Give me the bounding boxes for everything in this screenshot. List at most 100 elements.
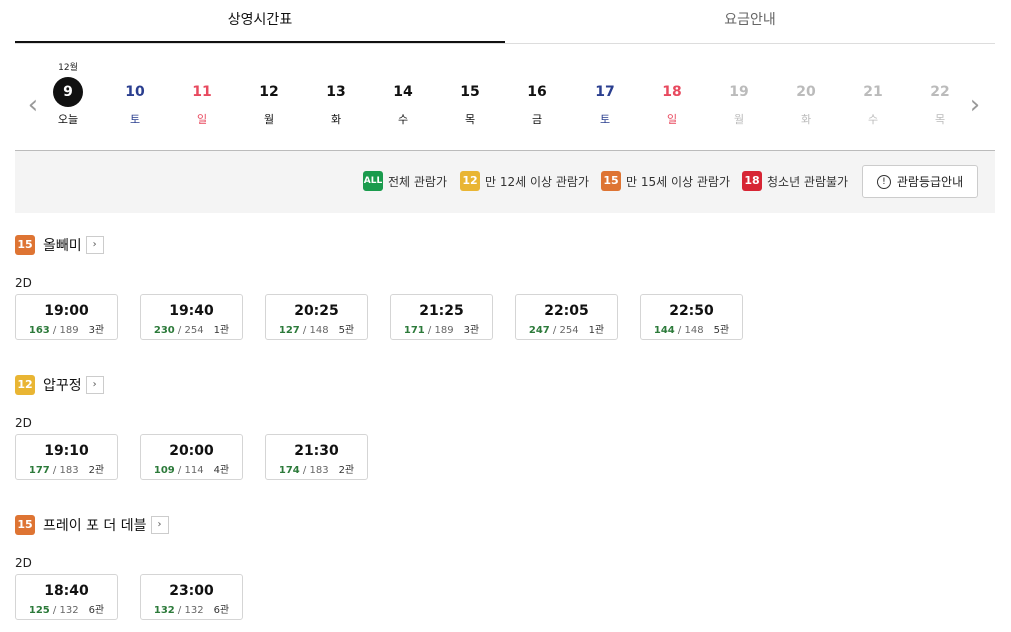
- hall-label: 5관: [713, 325, 730, 336]
- tab-bar: 상영시간표 요금안내: [15, 0, 995, 44]
- showtime-button[interactable]: 20:25 127 / 148 5관: [265, 294, 368, 340]
- seats-total: 114: [184, 465, 204, 476]
- month-label: [450, 62, 490, 74]
- month-label: [115, 62, 155, 74]
- weekday-label: 수: [397, 113, 409, 126]
- date-item[interactable]: 12월 9 오늘: [48, 62, 88, 127]
- rating-badge-icon: 15: [15, 515, 35, 535]
- showtime-button[interactable]: 21:30 174 / 183 2관: [265, 434, 368, 480]
- weekday-label: 월: [263, 113, 275, 126]
- seats-available: 177: [28, 465, 50, 476]
- date-item[interactable]: 15 목: [450, 62, 490, 127]
- date-number: 15: [460, 84, 480, 100]
- rating-badge-icon: 15: [601, 171, 621, 191]
- month-label: [517, 62, 557, 74]
- movie-title-row: 15 올빼미 ›: [15, 234, 995, 256]
- month-label: [249, 62, 289, 74]
- date-item[interactable]: 17 토: [585, 62, 625, 127]
- month-label: [652, 62, 692, 74]
- movie-title[interactable]: 압꾸정: [43, 375, 82, 395]
- weekday-label: 토: [129, 113, 141, 126]
- hall-label: 2관: [338, 465, 355, 476]
- date-item[interactable]: 20 화: [786, 62, 826, 127]
- movie-title[interactable]: 프레이 포 더 데블: [43, 515, 147, 535]
- showtime-button[interactable]: 18:40 125 / 132 6관: [15, 574, 118, 620]
- seats-total: 132: [184, 605, 204, 616]
- seat-separator: /: [424, 325, 435, 336]
- legend-item: 15 만 15세 이상 관람가: [601, 171, 730, 191]
- chevron-right-icon[interactable]: ›: [965, 90, 985, 120]
- chevron-right-icon[interactable]: ›: [150, 516, 169, 534]
- showtime-button[interactable]: 22:05 247 / 254 1관: [515, 294, 618, 340]
- showtime-button[interactable]: 19:40 230 / 254 1관: [140, 294, 243, 340]
- showtime-button[interactable]: 21:25 171 / 189 3관: [390, 294, 493, 340]
- date-number: 9: [53, 77, 83, 107]
- date-item[interactable]: 13 화: [316, 62, 356, 127]
- showtime-time: 19:00: [44, 303, 89, 319]
- showtime-button[interactable]: 22:50 144 / 148 5관: [640, 294, 743, 340]
- date-number: 22: [930, 84, 950, 100]
- date-item[interactable]: 10 토: [115, 62, 155, 127]
- info-icon: !: [876, 174, 891, 189]
- movie-format: 2D: [15, 276, 32, 290]
- chevron-right-icon[interactable]: ›: [85, 236, 104, 254]
- seats-total: 148: [309, 325, 329, 336]
- date-item[interactable]: 22 목: [920, 62, 960, 127]
- seats-available: 230: [153, 325, 175, 336]
- date-item[interactable]: 14 수: [383, 62, 423, 127]
- tab-showtimes[interactable]: 상영시간표: [15, 0, 505, 43]
- movie-title[interactable]: 올빼미: [43, 235, 82, 255]
- date-item[interactable]: 12 월: [249, 62, 289, 127]
- date-item[interactable]: 19 월: [719, 62, 759, 127]
- seats-total: 148: [684, 325, 704, 336]
- rating-guide-label: 관람등급안내: [896, 175, 964, 189]
- rating-badge-icon: 12: [15, 375, 35, 395]
- date-item[interactable]: 16 금: [517, 62, 557, 127]
- date-number: 16: [527, 84, 547, 100]
- seats-total: 183: [59, 465, 79, 476]
- seat-info: 163 / 189 3관: [16, 321, 117, 336]
- legend-label: 전체 관람가: [388, 174, 448, 189]
- date-item[interactable]: 18 일: [652, 62, 692, 127]
- showtime-button[interactable]: 19:10 177 / 183 2관: [15, 434, 118, 480]
- weekday-label: 목: [934, 113, 946, 126]
- seat-separator: /: [174, 325, 185, 336]
- date-item[interactable]: 11 일: [182, 62, 222, 127]
- seats-total: 189: [59, 325, 79, 336]
- seat-info: 132 / 132 6관: [141, 601, 242, 616]
- showtime-time: 19:40: [169, 303, 214, 319]
- month-label: [719, 62, 759, 74]
- showtime-time: 20:00: [169, 443, 214, 459]
- chevron-left-icon[interactable]: ‹: [23, 90, 43, 120]
- seat-separator: /: [174, 605, 185, 616]
- showtime-button[interactable]: 20:00 109 / 114 4관: [140, 434, 243, 480]
- month-label: [585, 62, 625, 74]
- weekday-label: 일: [196, 113, 208, 126]
- seats-total: 183: [309, 465, 329, 476]
- seat-separator: /: [299, 465, 310, 476]
- weekday-label: 일: [666, 113, 678, 126]
- rating-badge-icon: 15: [15, 235, 35, 255]
- hall-label: 3관: [88, 325, 105, 336]
- weekday-label: 화: [800, 113, 812, 126]
- hall-label: 6관: [88, 605, 105, 616]
- chevron-right-icon[interactable]: ›: [85, 376, 104, 394]
- seats-available: 163: [28, 325, 50, 336]
- date-item[interactable]: 21 수: [853, 62, 893, 127]
- date-number: 12: [259, 84, 279, 100]
- seats-available: 125: [28, 605, 50, 616]
- seats-total: 189: [434, 325, 454, 336]
- rating-guide-button[interactable]: ! 관람등급안내: [862, 165, 978, 198]
- showtime-time: 19:10: [44, 443, 89, 459]
- showtime-button[interactable]: 19:00 163 / 189 3관: [15, 294, 118, 340]
- hall-label: 3관: [463, 325, 480, 336]
- hall-label: 5관: [338, 325, 355, 336]
- tab-pricing[interactable]: 요금안내: [505, 0, 995, 43]
- movie-section: 12 압꾸정 › 2D 19:10 177 / 183 2관 20:00 109 / 114 4관…: [15, 374, 995, 480]
- movie-title-row: 15 프레이 포 더 데블 ›: [15, 514, 995, 536]
- movie-section: 15 올빼미 › 2D 19:00 163 / 189 3관 19:40 230 / 254 1관…: [15, 234, 995, 340]
- movie-title-row: 12 압꾸정 ›: [15, 374, 995, 396]
- month-label: [383, 62, 423, 74]
- showtime-button[interactable]: 23:00 132 / 132 6관: [140, 574, 243, 620]
- seat-info: 177 / 183 2관: [16, 461, 117, 476]
